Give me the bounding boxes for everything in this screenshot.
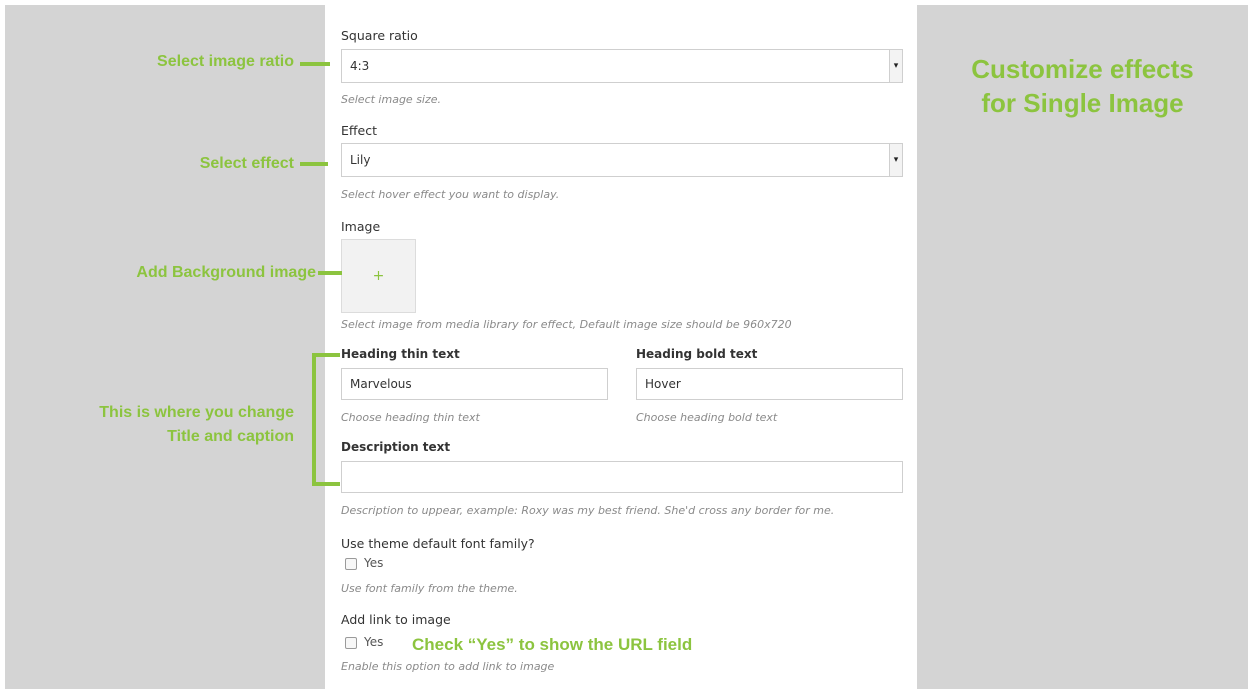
plus-icon: +	[372, 268, 385, 284]
theme-font-checkbox-label: Yes	[364, 556, 384, 570]
link-checkbox[interactable]	[345, 637, 357, 649]
annotation-title-bracket-top	[312, 353, 340, 357]
image-help: Select image from media library for effe…	[341, 318, 792, 331]
annotation-link: Check “Yes” to show the URL field	[412, 635, 693, 654]
description-input[interactable]	[341, 461, 903, 493]
ratio-select[interactable]: 4:3 ▾	[341, 49, 903, 83]
heading-thin-label: Heading thin text	[341, 347, 460, 361]
ratio-help: Select image size.	[341, 93, 442, 106]
effect-help: Select hover effect you want to display.	[341, 188, 560, 201]
add-image-button[interactable]: +	[341, 239, 416, 313]
annotation-ratio-connector	[300, 62, 330, 66]
annotation-image-connector	[318, 271, 342, 275]
heading-thin-help: Choose heading thin text	[341, 411, 480, 424]
left-background	[5, 5, 325, 689]
annotation-image: Add Background image	[136, 264, 316, 281]
heading-bold-label: Heading bold text	[636, 347, 758, 361]
heading-bold-input[interactable]: Hover	[636, 368, 903, 400]
link-checkbox-label: Yes	[364, 635, 384, 649]
ratio-label: Square ratio	[341, 28, 418, 43]
description-label: Description text	[341, 440, 451, 454]
theme-font-label: Use theme default font family?	[341, 536, 535, 551]
link-label: Add link to image	[341, 612, 451, 627]
heading-thin-input[interactable]: Marvelous	[341, 368, 608, 400]
effect-label: Effect	[341, 123, 377, 138]
annotation-title-bracket	[312, 353, 316, 486]
annotation-ratio: Select image ratio	[157, 53, 294, 70]
theme-font-help: Use font family from the theme.	[341, 582, 518, 595]
headline-line2: for Single Image	[981, 88, 1184, 118]
ratio-select-value: 4:3	[350, 59, 370, 73]
heading-bold-help: Choose heading bold text	[636, 411, 778, 424]
image-label: Image	[341, 219, 381, 234]
headline: Customize effects for Single Image	[917, 52, 1248, 120]
effect-select[interactable]: Lily ▾	[341, 143, 903, 177]
caret-down-icon[interactable]: ▾	[889, 50, 902, 82]
description-help: Description to uppear, example: Roxy was…	[341, 504, 835, 517]
annotation-title-line2: Title and caption	[167, 428, 294, 445]
link-help: Enable this option to add link to image	[341, 660, 555, 673]
theme-font-checkbox[interactable]	[345, 558, 357, 570]
annotation-title-line1: This is where you change	[99, 404, 294, 421]
annotation-effect-connector	[300, 162, 328, 166]
headline-line1: Customize effects	[971, 54, 1194, 84]
annotation-title-bracket-bottom	[312, 482, 340, 486]
annotation-effect: Select effect	[199, 155, 294, 172]
effect-select-value: Lily	[350, 153, 371, 167]
caret-down-icon[interactable]: ▾	[889, 144, 902, 176]
